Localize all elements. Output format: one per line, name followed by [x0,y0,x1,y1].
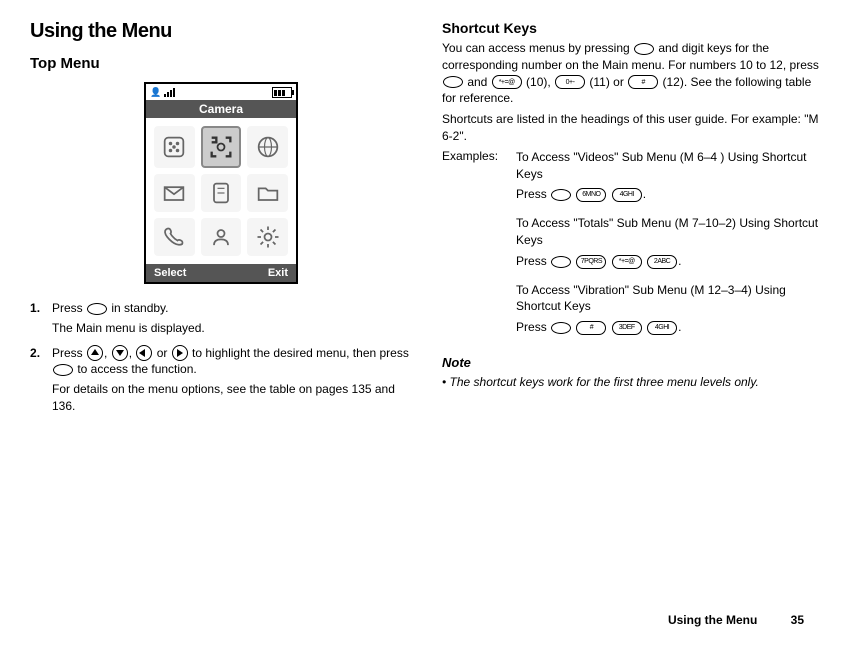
zero-key-icon: 0+- [555,75,585,89]
up-key-icon [87,345,103,361]
note-label: Note [442,354,824,372]
menu-cell-camera-icon [201,126,242,168]
key-4-icon: 4GHI [612,188,642,202]
star-key-icon: *+=@ [492,75,522,89]
menu-cell-browser-icon [247,126,288,168]
key-3-icon: 3DEF [612,321,642,335]
shortcut-para-1: You can access menus by pressing and dig… [442,40,824,107]
examples-label: Examples: [442,149,498,348]
center-key-icon [551,189,571,201]
page-number: 35 [791,613,804,627]
example-3: To Access "Vibration" Sub Menu (M 12–3–4… [516,282,824,336]
softkey-left: Select [154,267,186,279]
center-key-icon [87,303,107,315]
key-2-icon: 2ABC [647,255,677,269]
down-key-icon [112,345,128,361]
center-key-icon [53,364,73,376]
status-bar: 👤 [146,84,296,100]
page-footer: Using the Menu 35 [668,613,804,627]
key-6-icon: 6MNO [576,188,606,202]
note-item: • The shortcut keys work for the first t… [442,374,824,391]
menu-cell-settings-icon [247,218,288,256]
right-key-icon [172,345,188,361]
softkey-right: Exit [268,267,288,279]
example-2: To Access "Totals" Sub Menu (M 7–10–2) U… [516,215,824,269]
examples-block: Examples: To Access "Videos" Sub Menu (M… [442,149,824,348]
center-key-icon [551,322,571,334]
key-4-icon: 4GHI [647,321,677,335]
phone-screen-mockup: 👤 Camera [144,82,298,284]
step-1-sub: The Main menu is displayed. [52,320,412,337]
menu-cell-organizer-icon [201,174,242,212]
star-key-icon: *+=@ [612,255,642,269]
menu-cell-mail-icon [154,174,195,212]
hash-key-icon: # [628,75,658,89]
shortcut-para-2: Shortcuts are listed in the headings of … [442,111,824,145]
menu-cell-call-icon [154,218,195,256]
left-key-icon [136,345,152,361]
center-key-icon [443,76,463,88]
center-key-icon [551,256,571,268]
menu-cell-contacts-icon [201,218,242,256]
signal-icon [163,87,177,97]
battery-icon [272,87,292,98]
step-2-sub: For details on the menu options, see the… [52,381,412,415]
hash-key-icon: # [576,321,606,335]
menu-cell-folder-icon [247,174,288,212]
softkey-bar: Select Exit [146,264,296,282]
step-2: Press , , or to highlight the desired me… [30,345,412,415]
person-icon: 👤 [150,87,161,98]
shortcut-keys-heading: Shortcut Keys [442,20,824,36]
menu-header: Camera [146,100,296,118]
menu-cell-game-icon [154,126,195,168]
menu-grid [146,118,296,264]
footer-text: Using the Menu [668,613,757,627]
page-title: Using the Menu [30,20,412,43]
center-key-icon [634,43,654,55]
top-menu-heading: Top Menu [30,55,412,72]
example-1: To Access "Videos" Sub Menu (M 6–4 ) Usi… [516,149,824,203]
key-7-icon: 7PQRS [576,255,606,269]
step-1: Press in standby. The Main menu is displ… [30,300,412,337]
